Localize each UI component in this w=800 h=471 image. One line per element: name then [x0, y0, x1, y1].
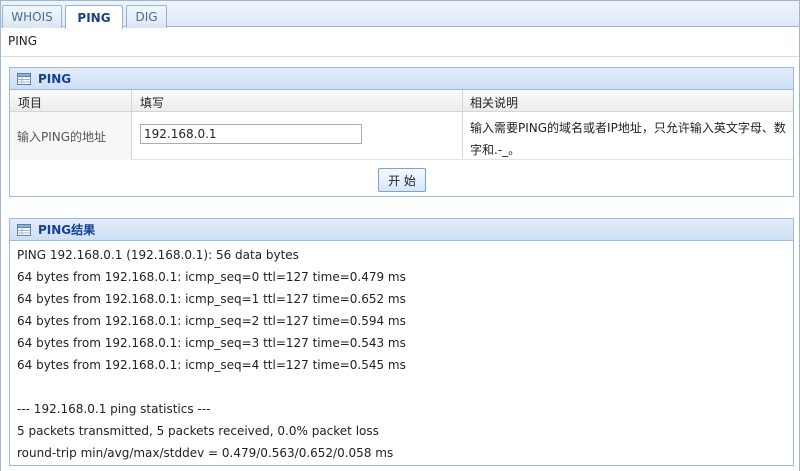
ping-panel-header: PING	[10, 68, 793, 90]
ping-panel-title: PING	[38, 71, 72, 86]
output-line: 64 bytes from 192.168.0.1: icmp_seq=2 tt…	[17, 314, 406, 328]
output-line: 64 bytes from 192.168.0.1: icmp_seq=3 tt…	[17, 336, 406, 350]
tab-whois[interactable]: WHOIS	[2, 5, 62, 28]
result-panel-header: PING结果	[10, 219, 793, 241]
divider	[1, 56, 799, 57]
ping-result-panel: PING结果 PING 192.168.0.1 (192.168.0.1): 5…	[9, 218, 794, 466]
table-icon	[17, 72, 31, 85]
address-label: 输入PING的地址	[10, 112, 131, 160]
address-description: 输入需要PING的域名或者IP地址，只允许输入英文字母、数字和.-_。	[470, 121, 786, 157]
ping-panel: PING 项目 填写 相关说明 输入PING的地址 输入需要PING的域名或者I…	[9, 67, 794, 197]
tab-ping[interactable]: PING	[65, 5, 123, 29]
column-header-description: 相关说明	[470, 96, 519, 110]
output-line: 5 packets transmitted, 5 packets receive…	[17, 424, 379, 438]
table-header-row: 项目 填写 相关说明	[10, 90, 793, 112]
tab-whois-label: WHOIS	[11, 10, 53, 24]
tab-ping-label: PING	[77, 10, 111, 25]
output-line: PING 192.168.0.1 (192.168.0.1): 56 data …	[17, 248, 299, 262]
tab-dig-label: DIG	[135, 10, 158, 24]
output-line: --- 192.168.0.1 ping statistics ---	[17, 402, 211, 416]
result-panel-title: PING结果	[38, 223, 96, 237]
column-header-fill: 填写	[140, 96, 165, 110]
page-title: PING	[8, 34, 38, 48]
output-line: 64 bytes from 192.168.0.1: icmp_seq=0 tt…	[17, 270, 406, 284]
start-button[interactable]: 开 始	[378, 168, 426, 192]
table-icon	[17, 223, 31, 236]
address-label-text: 输入PING的地址	[17, 129, 107, 144]
ping-address-input[interactable]	[140, 124, 362, 144]
output-line: 64 bytes from 192.168.0.1: icmp_seq=4 tt…	[17, 358, 406, 372]
table-row: 输入PING的地址 输入需要PING的域名或者IP地址，只允许输入英文字母、数字…	[10, 112, 793, 160]
ping-output: PING 192.168.0.1 (192.168.0.1): 56 data …	[10, 241, 793, 467]
output-line: round-trip min/avg/max/stddev = 0.479/0.…	[17, 446, 394, 460]
column-header-item: 项目	[18, 96, 43, 110]
output-line: 64 bytes from 192.168.0.1: icmp_seq=1 tt…	[17, 292, 406, 306]
tab-bar: WHOIS PING DIG	[1, 0, 799, 29]
tab-dig[interactable]: DIG	[126, 5, 167, 28]
